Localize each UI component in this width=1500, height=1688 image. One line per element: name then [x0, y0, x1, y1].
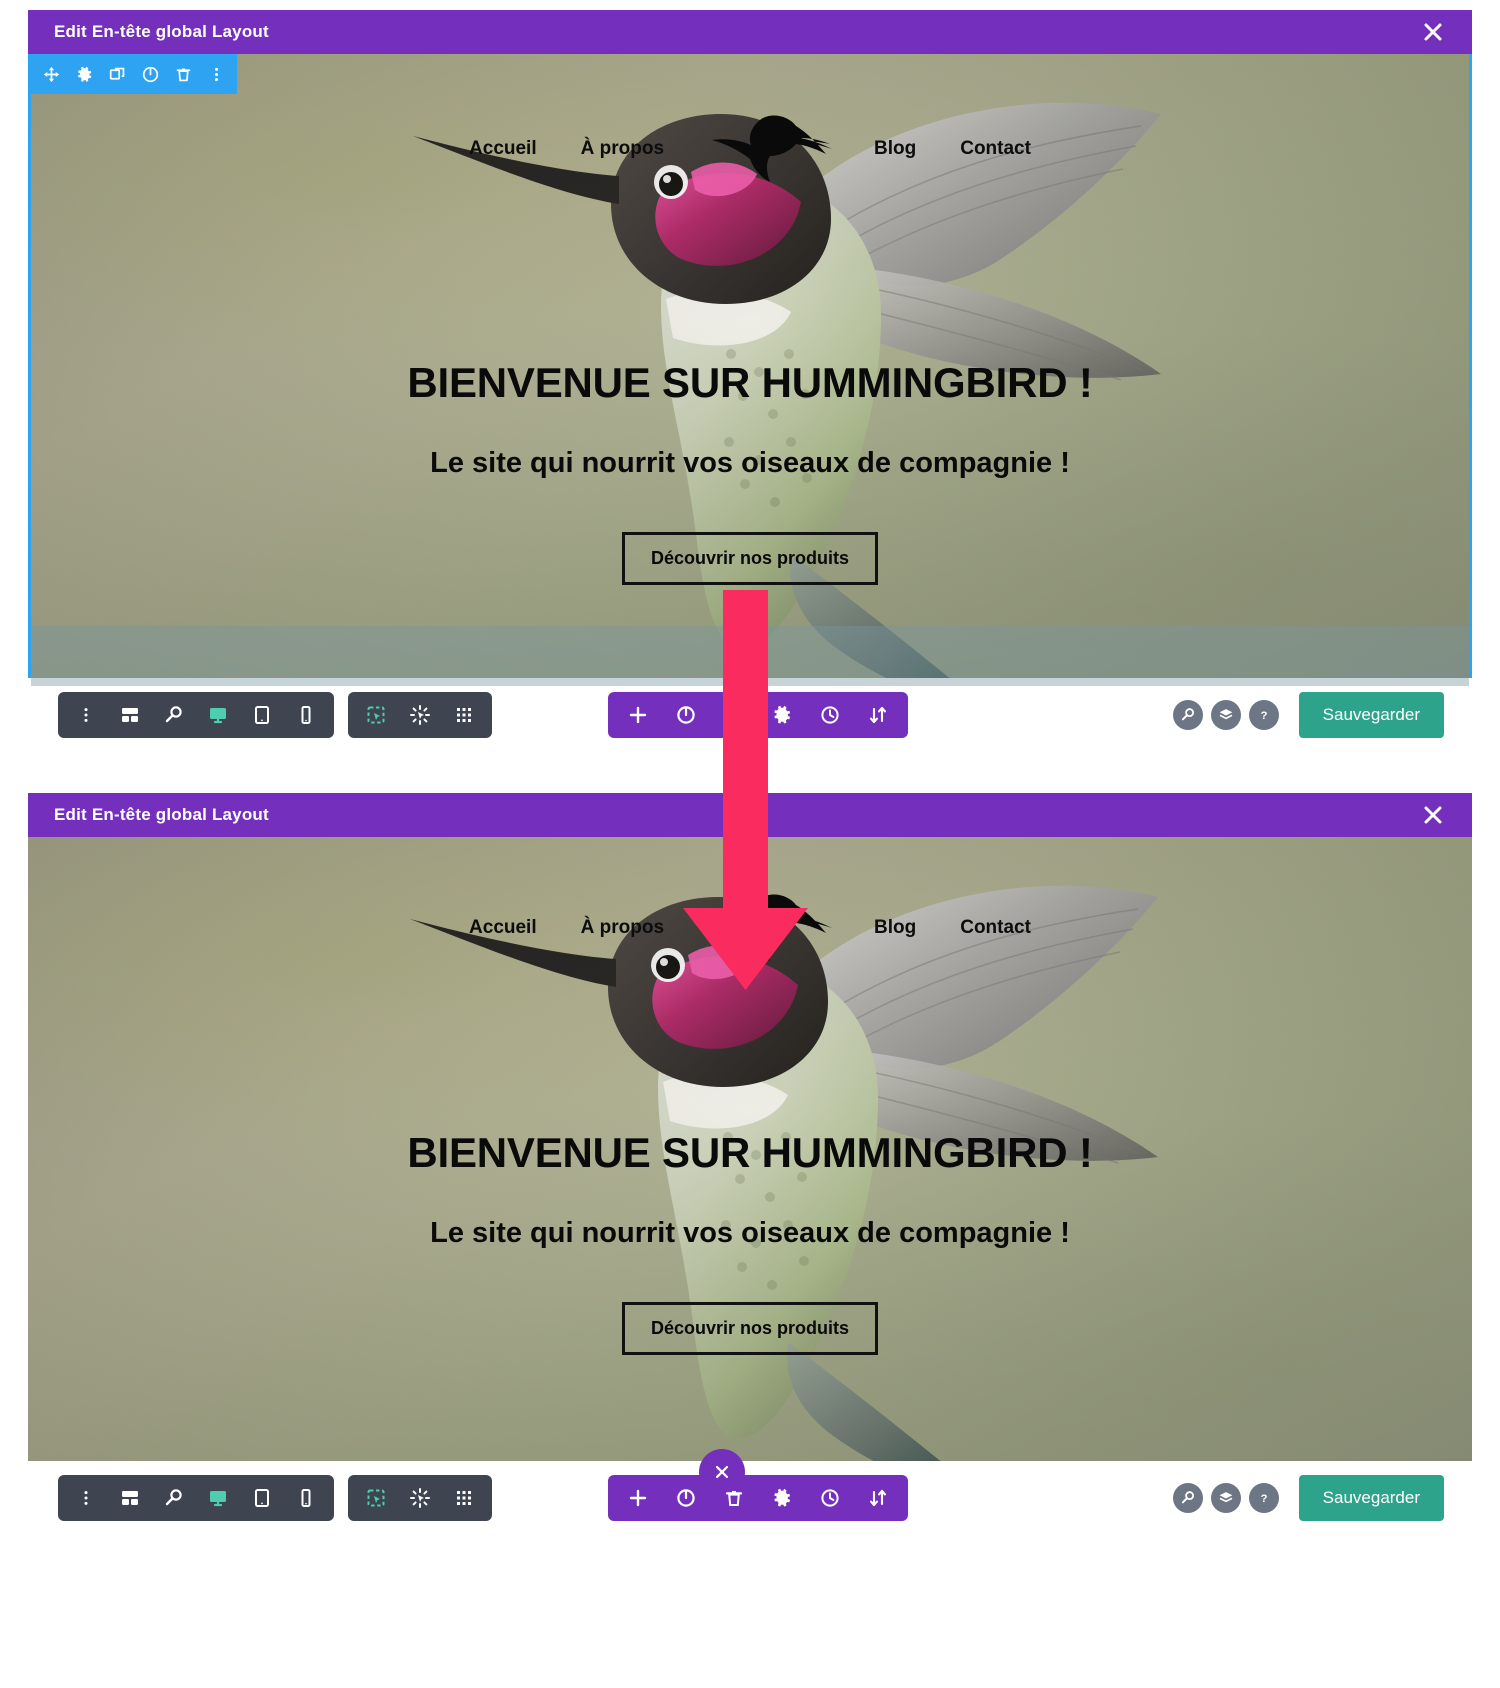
search-icon[interactable] [152, 1475, 196, 1521]
layers-icon[interactable] [1210, 1483, 1241, 1513]
nav-link-a-propos[interactable]: À propos [581, 917, 664, 939]
sort-updown-icon[interactable] [854, 1475, 902, 1521]
nav-link-blog[interactable]: Blog [874, 917, 916, 939]
save-button[interactable]: Sauvegarder [1298, 692, 1444, 738]
phone-icon[interactable] [284, 692, 328, 738]
phone-icon[interactable] [284, 1475, 328, 1521]
sort-updown-icon[interactable] [854, 692, 902, 738]
hero-title: BIENVENUE SUR HUMMINGBIRD ! [407, 359, 1093, 406]
page-title-bottom: Edit En-tête global Layout [54, 805, 269, 824]
grid-icon[interactable] [442, 692, 486, 738]
history-clock-icon[interactable] [806, 1475, 854, 1521]
hummingbird-logo[interactable] [704, 112, 834, 186]
search-icon[interactable] [1172, 700, 1203, 730]
mode-tool-pill-bottom [348, 1475, 492, 1521]
hero-cta-button[interactable]: Découvrir nos produits [621, 532, 879, 585]
close-icon[interactable] [1418, 17, 1448, 47]
nav-link-accueil[interactable]: Accueil [469, 917, 537, 939]
desktop-icon[interactable] [196, 1475, 240, 1521]
wireframe-icon[interactable] [354, 1475, 398, 1521]
nav-link-contact[interactable]: Contact [960, 138, 1031, 160]
page-title-top: Edit En-tête global Layout [54, 22, 269, 41]
tablet-icon[interactable] [240, 1475, 284, 1521]
center-tool-pill-bottom [608, 1475, 908, 1521]
tablet-icon[interactable] [240, 692, 284, 738]
nav-link-contact[interactable]: Contact [960, 917, 1031, 939]
module-hover-toolbar [31, 54, 237, 94]
hummingbird-logo[interactable] [704, 891, 834, 965]
plus-icon[interactable] [614, 692, 662, 738]
layout-icon[interactable] [108, 1475, 152, 1521]
panel-titlebar-bottom: Edit En-tête global Layout [28, 793, 1472, 837]
trash-icon[interactable] [710, 692, 758, 738]
builder-bottom-bar-top: ? Sauvegarder [28, 678, 1472, 752]
builder-bottom-bar-bottom: ? Sauvegarder [28, 1461, 1472, 1535]
more-vertical-icon[interactable] [64, 692, 108, 738]
hero-title: BIENVENUE SUR HUMMINGBIRD ! [407, 1129, 1093, 1176]
desktop-icon[interactable] [196, 692, 240, 738]
section-hover-highlight [31, 626, 1469, 686]
layers-icon[interactable] [1210, 700, 1241, 730]
site-nav-bottom: Accueil À propos Blog Contact [28, 891, 1472, 965]
hero-block-top: BIENVENUE SUR HUMMINGBIRD ! Le site qui … [31, 359, 1469, 585]
gear-icon[interactable] [76, 66, 93, 83]
close-icon[interactable] [1418, 800, 1448, 830]
builder-panel-bottom: Edit En-tête global Layout Accueil À pro… [28, 793, 1472, 1483]
plus-icon[interactable] [614, 1475, 662, 1521]
wireframe-icon[interactable] [354, 692, 398, 738]
right-tool-group-top: ? Sauvegarder [1165, 692, 1472, 738]
click-mode-icon[interactable] [398, 692, 442, 738]
hero-subtitle: Le site qui nourrit vos oiseaux de compa… [430, 1217, 1070, 1249]
layout-icon[interactable] [108, 692, 152, 738]
site-nav-top: Accueil À propos Blog Contact [31, 112, 1469, 186]
svg-text:?: ? [1260, 710, 1267, 722]
power-icon[interactable] [142, 66, 159, 83]
hero-cta-button[interactable]: Découvrir nos produits [621, 1302, 879, 1355]
gear-icon[interactable] [758, 692, 806, 738]
search-icon[interactable] [1172, 1483, 1203, 1513]
grid-icon[interactable] [442, 1475, 486, 1521]
svg-text:?: ? [1260, 1493, 1267, 1505]
left-tool-pill-top [58, 692, 334, 738]
save-button[interactable]: Sauvegarder [1298, 1475, 1444, 1521]
history-clock-icon[interactable] [806, 692, 854, 738]
more-vertical-icon[interactable] [64, 1475, 108, 1521]
nav-link-accueil[interactable]: Accueil [469, 138, 537, 160]
builder-panel-top: Edit En-tête global Layout Accueil À pro… [28, 10, 1472, 693]
builder-canvas-bottom: Accueil À propos Blog Contact BIENVENUE … [28, 837, 1472, 1483]
move-icon[interactable] [43, 66, 60, 83]
nav-link-a-propos[interactable]: À propos [581, 138, 664, 160]
trash-icon[interactable] [175, 66, 192, 83]
search-icon[interactable] [152, 692, 196, 738]
left-tool-pill-bottom [58, 1475, 334, 1521]
hero-block-bottom: BIENVENUE SUR HUMMINGBIRD ! Le site qui … [28, 1129, 1472, 1355]
gear-icon[interactable] [758, 1475, 806, 1521]
right-tool-group-bottom: ? Sauvegarder [1165, 1475, 1472, 1521]
mode-tool-pill-top [348, 692, 492, 738]
nav-link-blog[interactable]: Blog [874, 138, 916, 160]
panel-titlebar-top: Edit En-tête global Layout [28, 10, 1472, 54]
more-vertical-icon[interactable] [208, 66, 225, 83]
builder-canvas-top: Accueil À propos Blog Contact BIENVENUE … [28, 54, 1472, 693]
click-mode-icon[interactable] [398, 1475, 442, 1521]
hero-subtitle: Le site qui nourrit vos oiseaux de compa… [430, 447, 1070, 479]
help-icon[interactable]: ? [1248, 1483, 1279, 1513]
duplicate-icon[interactable] [109, 66, 126, 83]
help-icon[interactable]: ? [1248, 700, 1279, 730]
center-tool-pill-top [608, 692, 908, 738]
power-icon[interactable] [662, 692, 710, 738]
